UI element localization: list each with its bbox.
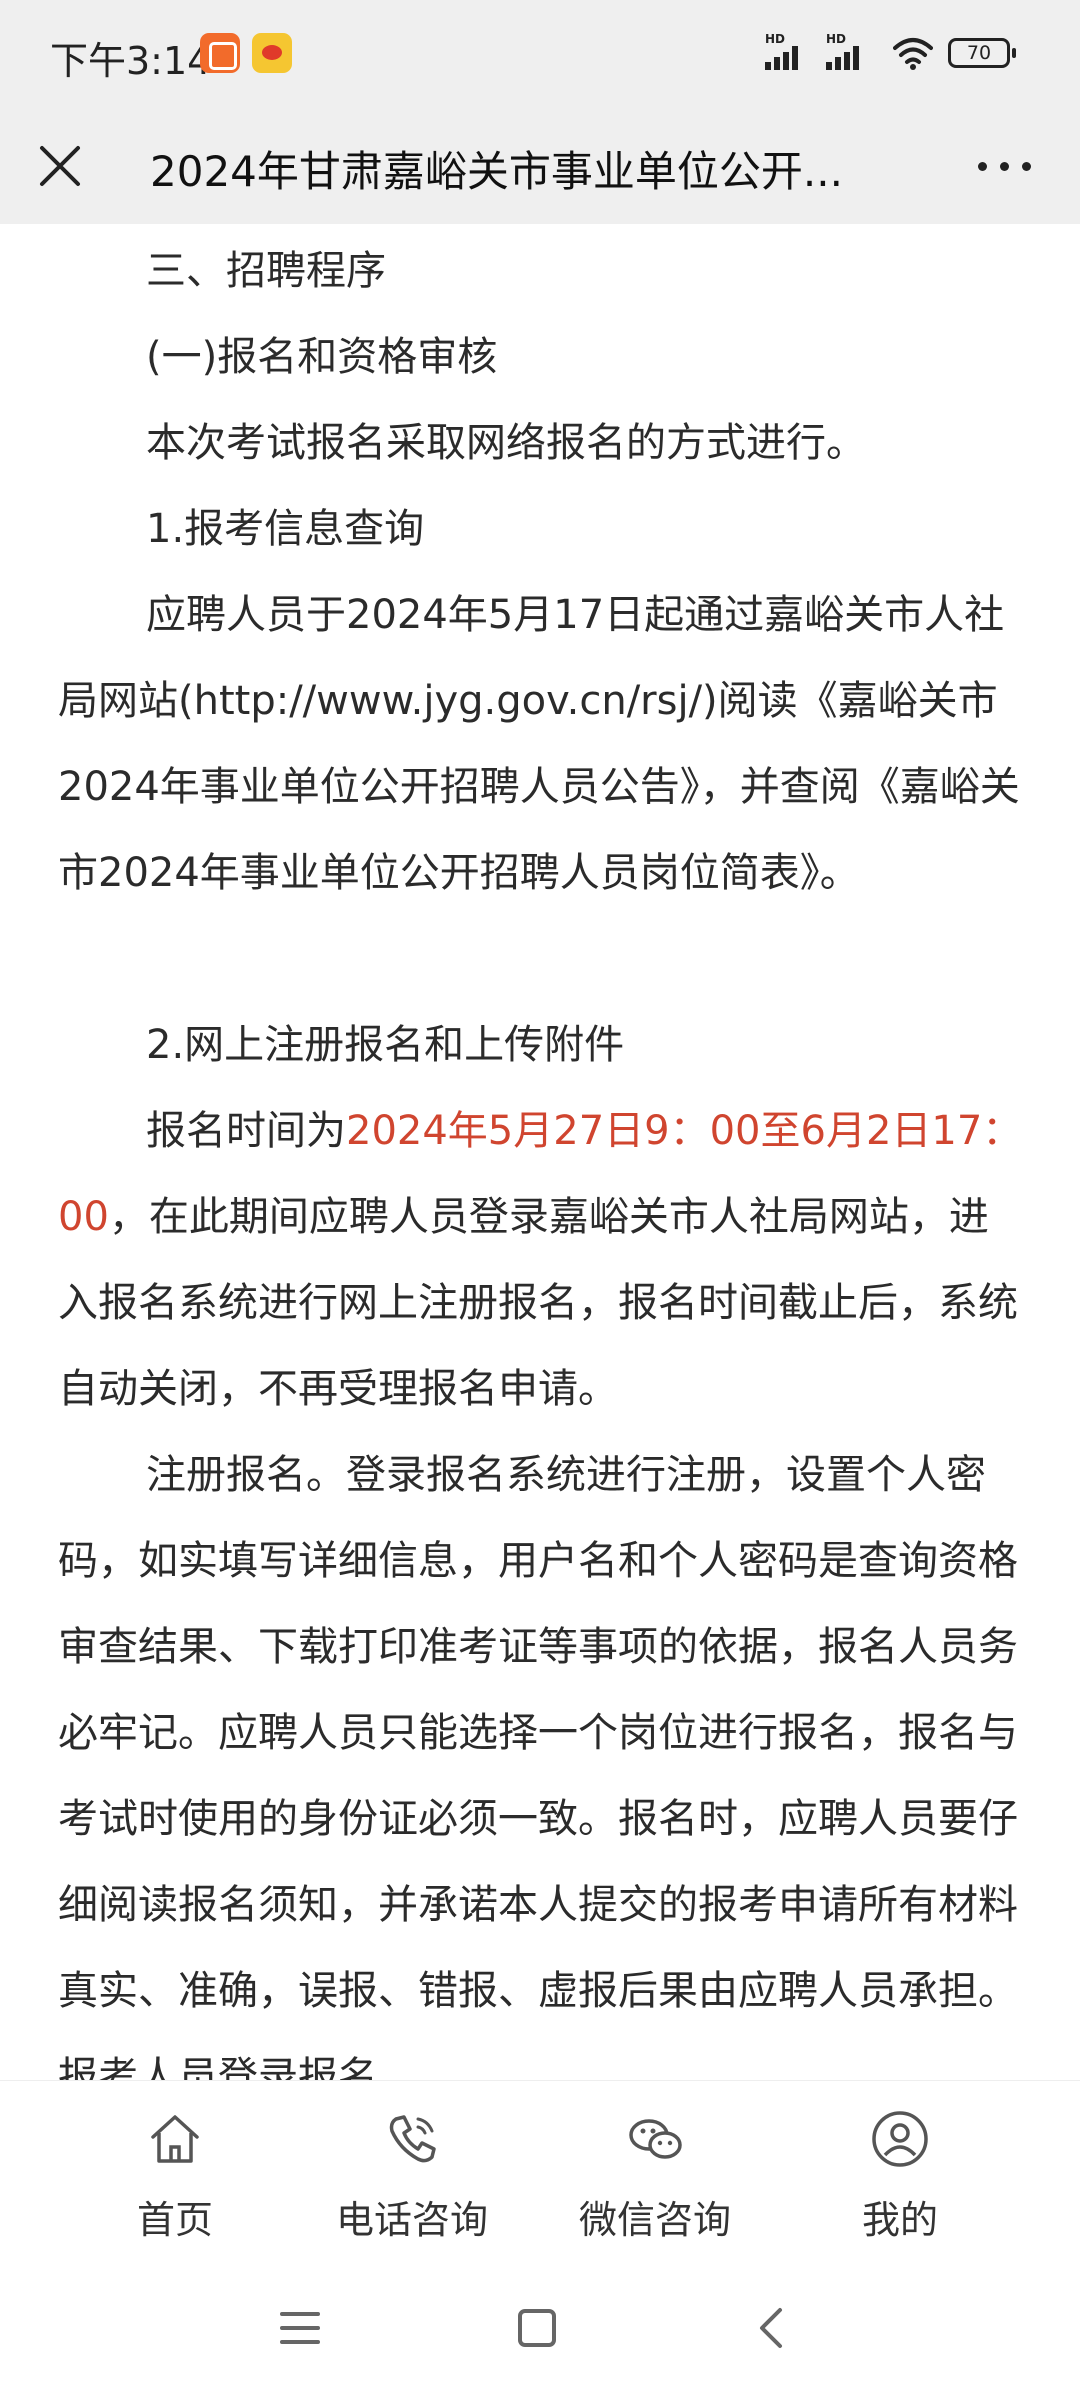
home-square-icon[interactable] [507, 2298, 567, 2358]
registration-time-prefix: 报名时间为 [146, 1108, 346, 1154]
registration-time-suffix: ，在此期间应聘人员登录嘉峪关市人社局网站，进入报名系统进行网上注册报名，报名时间… [58, 1194, 1018, 1412]
nav-item-home[interactable]: 首页 [55, 2109, 295, 2249]
home-icon [151, 2115, 199, 2163]
more-options-icon[interactable] [972, 144, 1038, 188]
phone-icon [389, 2115, 436, 2163]
nav-label-home: 首页 [136, 2198, 213, 2242]
notification-app-icon [200, 33, 240, 73]
item-heading-online-registration: 2.网上注册报名和上传附件 [146, 1022, 625, 1068]
nav-item-phone[interactable]: 电话咨询 [292, 2109, 532, 2249]
signal-icon-1: HD [765, 32, 817, 72]
bottom-nav: 首页 电话咨询 微信咨询 我的 [0, 2080, 1080, 2260]
page-title: 2024年甘肃嘉峪关市事业单位公开... [150, 147, 843, 196]
weibo-app-icon [252, 33, 292, 73]
battery-icon: 70 [948, 38, 1016, 68]
item-heading-info-query: 1.报考信息查询 [146, 506, 425, 552]
hd-label-1: HD [765, 32, 786, 46]
nav-label-phone: 电话咨询 [335, 2198, 488, 2242]
paragraph-registration-time: 报名时间为2024年5月27日9：00至6月2日17：00，在此期间应聘人员登录… [58, 1088, 1028, 1432]
paragraph-registration-details: 注册报名。登录报名系统进行注册，设置个人密码，如实填写详细信息，用户名和个人密码… [58, 1452, 1018, 2080]
signal-icon-2: HD [826, 32, 878, 72]
wifi-icon [893, 38, 933, 70]
wechat-icon [629, 2119, 682, 2159]
system-nav-bar [0, 2260, 1080, 2400]
close-icon[interactable] [28, 134, 92, 198]
nav-label-mine: 我的 [861, 2198, 938, 2242]
hd-label-2: HD [826, 32, 847, 46]
nav-item-mine[interactable]: 我的 [780, 2109, 1020, 2249]
title-bar: 2024年甘肃嘉峪关市事业单位公开... [0, 110, 1080, 224]
paragraph-info-query: 应聘人员于2024年5月17日起通过嘉峪关市人社局网站(http://www.j… [58, 592, 1020, 896]
status-time: 下午3:14 [50, 39, 212, 83]
nav-item-wechat[interactable]: 微信咨询 [535, 2109, 775, 2249]
subsection-heading: (一)报名和资格审核 [146, 334, 498, 380]
menu-icon[interactable] [270, 2298, 330, 2358]
nav-label-wechat: 微信咨询 [578, 2198, 731, 2242]
article-body: 三、招聘程序 (一)报名和资格审核 本次考试报名采取网络报名的方式进行。 1.报… [0, 224, 1080, 2080]
back-icon[interactable] [742, 2298, 802, 2358]
paragraph-registration-method: 本次考试报名采取网络报名的方式进行。 [146, 420, 866, 466]
user-profile-icon [872, 2111, 928, 2167]
status-bar: 下午3:14 HD HD 70 [0, 0, 1080, 110]
section-heading: 三、招聘程序 [146, 248, 386, 294]
